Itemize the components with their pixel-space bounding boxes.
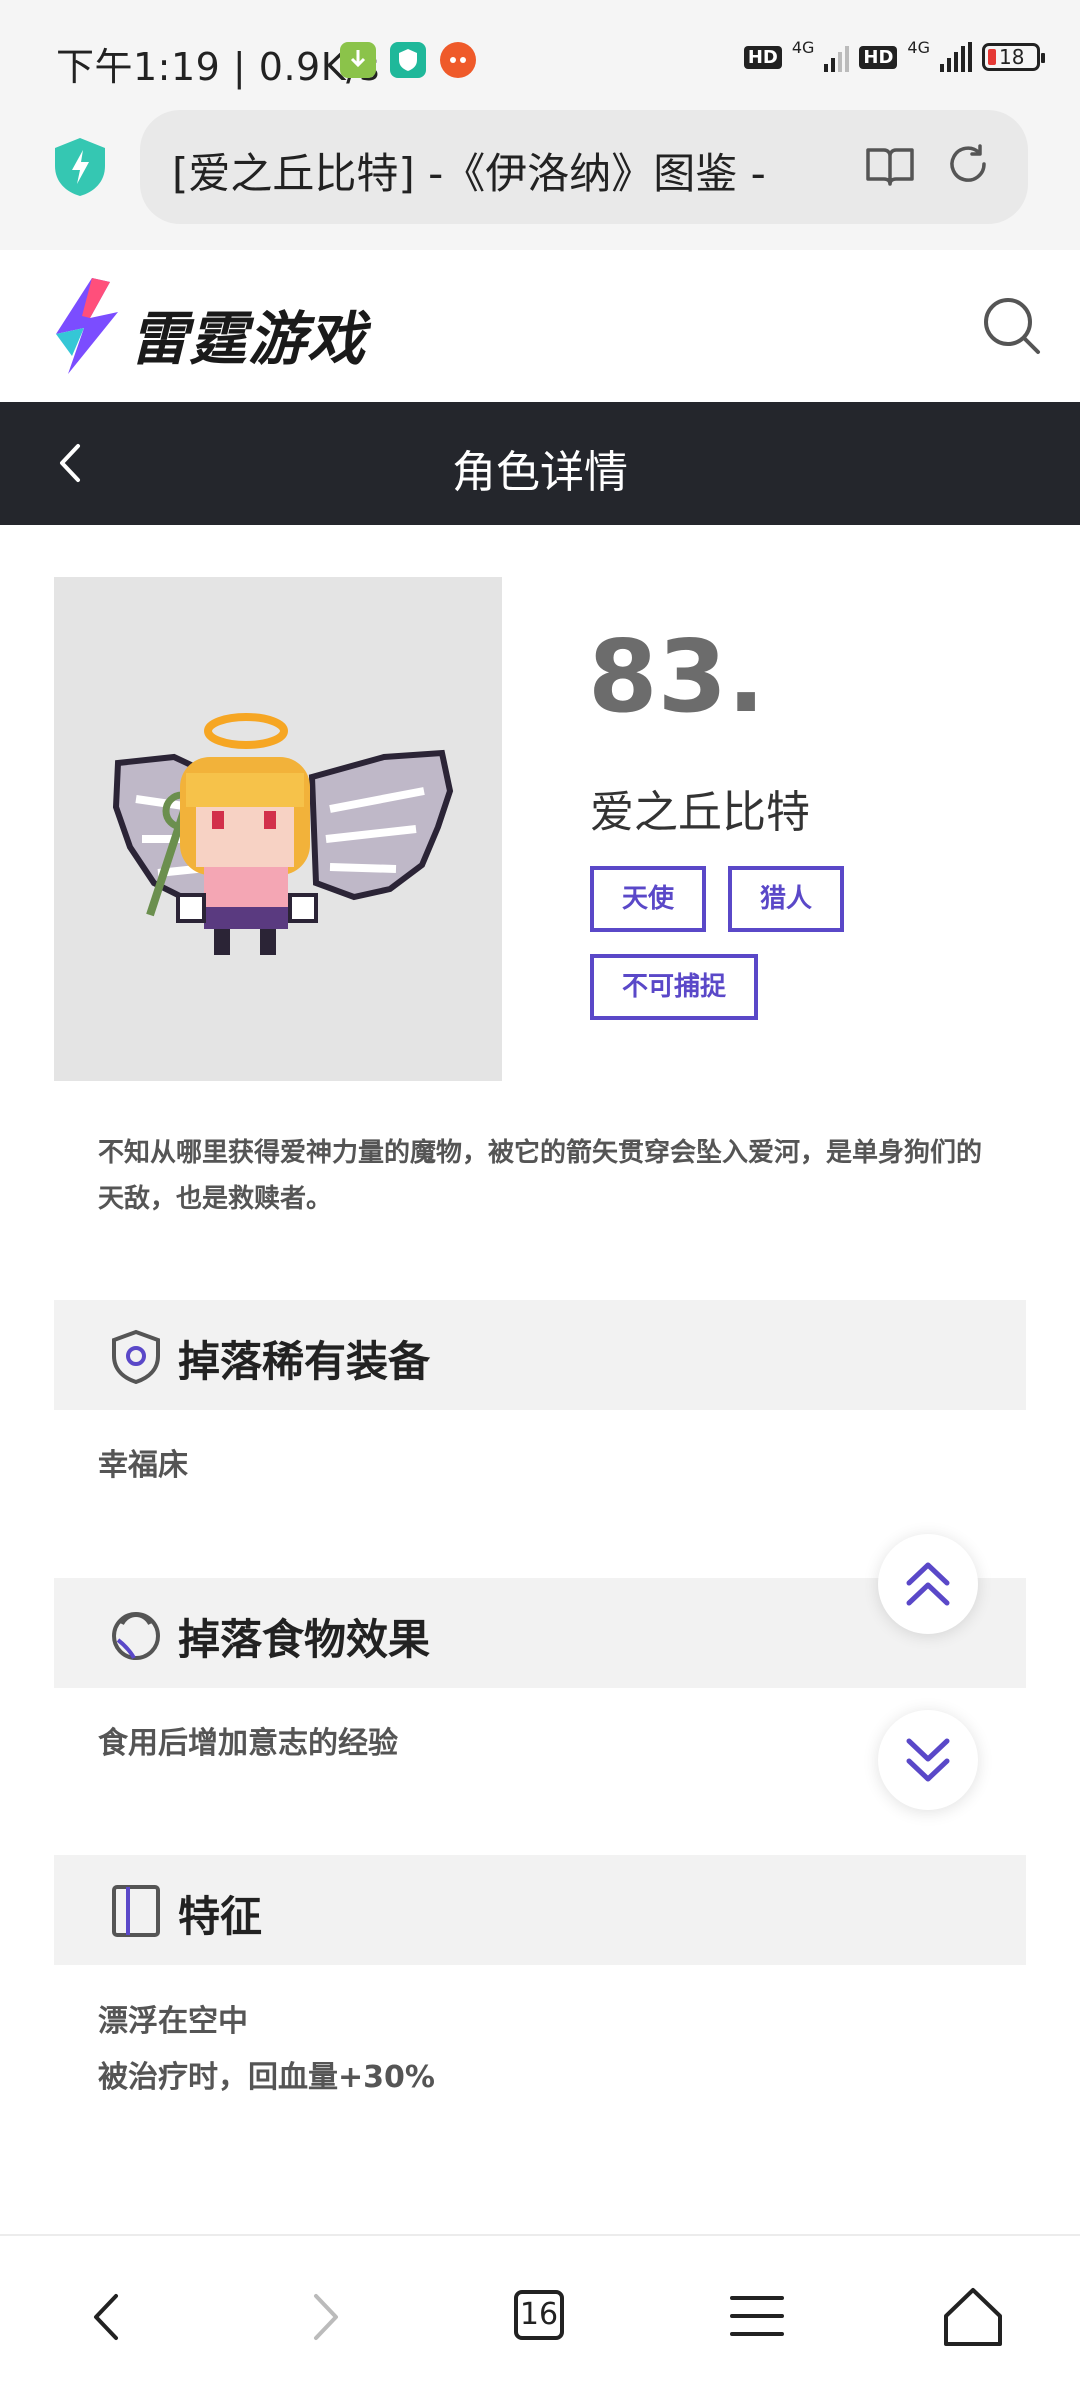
- tabs-button[interactable]: 16: [504, 2282, 574, 2352]
- status-indicators: HD 4G HD 4G 18: [743, 38, 1045, 72]
- reader-mode-icon[interactable]: [864, 144, 916, 188]
- page-header: 角色详情: [0, 402, 1080, 525]
- search-icon[interactable]: [982, 296, 1042, 356]
- menu-icon[interactable]: [722, 2282, 792, 2352]
- character-name: 爱之丘比特: [590, 787, 810, 838]
- page-title: 角色详情: [452, 447, 628, 498]
- nav-forward-icon[interactable]: [290, 2282, 360, 2352]
- signal-icon: [824, 42, 850, 72]
- hd-badge: HD: [743, 45, 782, 69]
- character-description: 不知从哪里获得爱神力量的魔物，被它的箭矢贯穿会坠入爱河，是单身狗们的天敌，也是救…: [98, 1138, 983, 1214]
- rare-drop-value: 幸福床: [98, 1448, 188, 1483]
- site-header: 雷霆游戏: [0, 250, 1080, 402]
- double-chevron-down-icon: [906, 1738, 950, 1782]
- shield-icon: [108, 1328, 164, 1385]
- character-tags: 天使 猎人不可捕捉: [590, 866, 890, 1042]
- food-icon: [108, 1606, 164, 1662]
- security-app-icon: [390, 42, 426, 78]
- trait-item: 漂浮在空中: [98, 2004, 248, 2039]
- signal-icon-2: [940, 42, 972, 72]
- section-rare-drop: 掉落稀有装备: [54, 1300, 1026, 1410]
- traits-list: 漂浮在空中 被治疗时，回血量+30%: [98, 1994, 435, 2106]
- status-app-icons: [340, 42, 476, 78]
- scroll-to-bottom-button[interactable]: [878, 1710, 978, 1810]
- reload-icon[interactable]: [944, 140, 992, 188]
- food-effect-value: 食用后增加意志的经验: [98, 1726, 398, 1761]
- browser-toolbar: [爱之丘比特] -《伊洛纳》图鉴 -: [0, 110, 1080, 250]
- site-logo-text[interactable]: 雷霆游戏: [130, 292, 366, 376]
- logo-bolt-icon[interactable]: [52, 276, 122, 376]
- game-app-icon: [440, 42, 476, 78]
- security-shield-icon[interactable]: [52, 136, 108, 198]
- home-icon[interactable]: [938, 2282, 1008, 2352]
- tab-count: 16: [514, 2290, 564, 2340]
- tag-hunter[interactable]: 猎人: [728, 866, 845, 932]
- nav-back-icon[interactable]: [72, 2282, 142, 2352]
- tag-uncapturable[interactable]: 不可捕捉: [590, 954, 759, 1020]
- battery-icon: 18: [982, 43, 1045, 71]
- scroll-to-top-button[interactable]: [878, 1534, 978, 1634]
- download-icon: [340, 42, 376, 78]
- address-bar[interactable]: [爱之丘比特] -《伊洛纳》图鉴 -: [140, 110, 1028, 224]
- page-title-url[interactable]: [爱之丘比特] -《伊洛纳》图鉴 -: [172, 140, 812, 201]
- browser-bottom-nav: 16: [0, 2234, 1080, 2402]
- network-type-2: 4G: [907, 37, 930, 57]
- network-type: 4G: [791, 37, 815, 57]
- character-number: 83.: [588, 618, 766, 735]
- character-portrait: [54, 577, 502, 1081]
- trait-item: 被治疗时，回血量+30%: [98, 2060, 435, 2095]
- double-chevron-up-icon: [906, 1562, 950, 1606]
- section-title: 特征: [178, 1892, 263, 1941]
- cupid-sprite-image: [112, 713, 454, 955]
- hd-badge-2: HD: [859, 45, 898, 69]
- status-bar: 下午1:19 | 0.9K/s HD 4G HD 4G 18: [0, 0, 1080, 110]
- status-time: 下午1:19 | 0.9K/s: [56, 45, 380, 89]
- section-title: 掉落稀有装备: [178, 1337, 431, 1386]
- battery-level: 18: [999, 45, 1025, 69]
- section-traits: 特征: [54, 1855, 1026, 1965]
- panel-icon: [108, 1883, 164, 1939]
- tag-angel[interactable]: 天使: [590, 866, 707, 932]
- section-title: 掉落食物效果: [178, 1615, 431, 1664]
